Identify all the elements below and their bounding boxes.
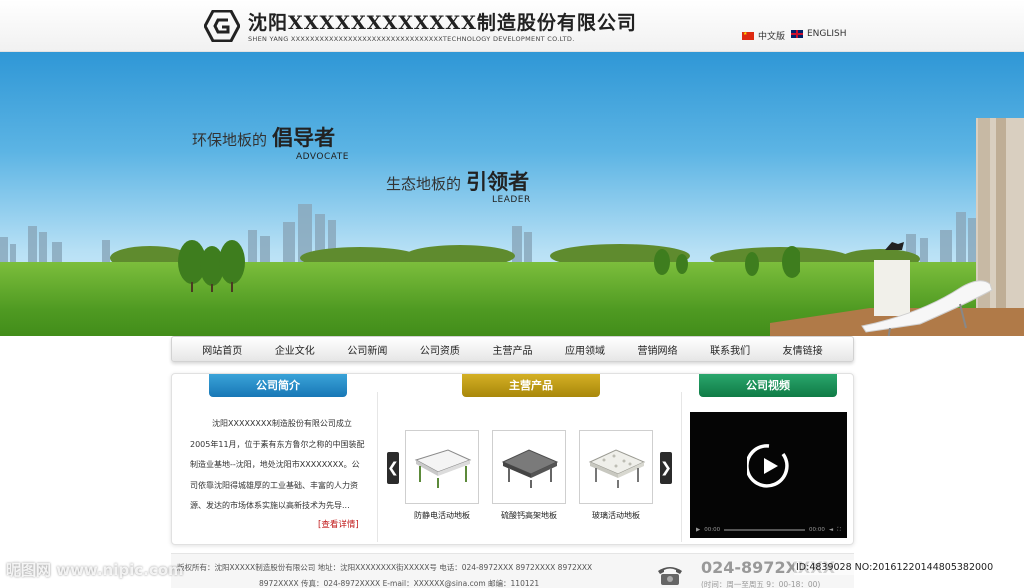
uk-flag-icon xyxy=(791,30,803,38)
view-details-link[interactable]: [查看详情] xyxy=(318,518,359,530)
slogan2-main: 引领者 xyxy=(466,170,530,194)
nav-item[interactable]: 网站首页 xyxy=(202,342,242,357)
video-time-current: 00:00 xyxy=(704,527,721,533)
product-card[interactable]: 防静电活动地板 xyxy=(405,430,479,521)
hotline-hours: (时间：周一至周五 9：00-18：00) xyxy=(701,580,821,588)
site-header: 沈阳XXXXXXXXXXXX制造股份有限公司 SHEN YANG XXXXXXX… xyxy=(0,0,1024,52)
company-intro-text: 沈阳XXXXXXXX制造股份有限公司成立2005年11月，位于素有东方鲁尔之称的… xyxy=(190,419,365,510)
nav-item[interactable]: 营销网络 xyxy=(638,342,678,357)
carousel-next-button[interactable]: ❯ xyxy=(660,452,672,484)
trees-illustration xyxy=(178,240,800,292)
product-card[interactable]: 硫酸钙高架地板 xyxy=(492,430,566,521)
product-image xyxy=(579,430,653,504)
play-button-icon[interactable] xyxy=(747,444,791,488)
video-player[interactable]: ▶ 00:00 00:00 ◄ ⛶ xyxy=(690,412,847,538)
carousel-prev-button[interactable]: ❮ xyxy=(387,452,399,484)
tab-company-intro[interactable]: 公司简介 xyxy=(209,374,347,397)
watermark-left: 昵图网 www.nipic.com xyxy=(6,561,184,579)
interior-lounge-illustration xyxy=(770,118,1024,336)
nav-item[interactable]: 联系我们 xyxy=(710,342,750,357)
site-footer: 版权所有：沈阳XXXXX制造股份有限公司 地址：沈阳XXXXXXXX街XXXXX… xyxy=(171,553,854,588)
china-flag-icon xyxy=(742,31,754,40)
telephone-icon xyxy=(658,567,682,585)
product-name: 防静电活动地板 xyxy=(414,511,470,520)
video-play-icon[interactable]: ▶ xyxy=(696,527,700,533)
hero-banner: 环保地板的 倡导者 ADVOCATE 生态地板的 引领者 LEADER xyxy=(0,52,1024,336)
antistatic-floor-icon xyxy=(414,449,472,488)
tab-main-products[interactable]: 主营产品 xyxy=(462,374,600,397)
slogan1-main: 倡导者 xyxy=(272,126,336,150)
nav-item[interactable]: 公司新闻 xyxy=(347,342,387,357)
slogan-advocate: 环保地板的 倡导者 ADVOCATE xyxy=(192,122,348,162)
nav-item[interactable]: 企业文化 xyxy=(275,342,315,357)
tab-company-video[interactable]: 公司视频 xyxy=(699,374,837,397)
company-title: 沈阳XXXXXXXXXXXX制造股份有限公司 xyxy=(248,12,637,34)
volume-icon[interactable]: ◄ xyxy=(829,527,833,533)
slogan-leader: 生态地板的 引领者 LEADER xyxy=(386,166,530,205)
video-seek-bar[interactable] xyxy=(724,529,806,531)
watermark-right: ID:4839028 NO:20161220144805382000 xyxy=(794,560,1022,575)
lang-chinese-link[interactable]: 中文版 xyxy=(742,29,785,42)
section-divider xyxy=(681,392,682,542)
lang-english-label: ENGLISH xyxy=(807,29,847,39)
glass-floor-icon xyxy=(588,449,646,488)
fullscreen-icon[interactable]: ⛶ xyxy=(837,527,841,534)
main-nav: 网站首页 企业文化 公司新闻 公司资质 主营产品 应用领域 营销网络 联系我们 友情链接 xyxy=(171,336,854,362)
footer-copyright-line: 版权所有：沈阳XXXXX制造股份有限公司 地址：沈阳XXXXXXXX街XXXXX… xyxy=(177,563,593,572)
footer-contact-line: 8972XXXX 传真：024-8972XXXX E-mail：XXXXXX@s… xyxy=(259,579,540,588)
product-image xyxy=(492,430,566,504)
nav-item[interactable]: 友情链接 xyxy=(783,342,823,357)
slogan2-prefix: 生态地板的 xyxy=(386,175,462,193)
section-divider xyxy=(377,392,378,542)
product-name: 硫酸钙高架地板 xyxy=(501,511,557,520)
nav-item[interactable]: 主营产品 xyxy=(492,342,532,357)
content-panel: 公司简介 沈阳XXXXXXXX制造股份有限公司成立2005年11月，位于素有东方… xyxy=(171,373,854,545)
slogan1-english: ADVOCATE xyxy=(296,152,349,162)
product-image xyxy=(405,430,479,504)
product-card[interactable]: 玻璃活动地板 xyxy=(579,430,653,521)
lang-chinese-label: 中文版 xyxy=(758,32,786,42)
nav-item[interactable]: 公司资质 xyxy=(420,342,460,357)
slogan1-prefix: 环保地板的 xyxy=(192,131,268,149)
company-subtitle: SHEN YANG XXXXXXXXXXXXXXXXXXXXXXXXXXXXXX… xyxy=(248,35,575,43)
calcium-sulfate-floor-icon xyxy=(501,449,559,488)
nav-item[interactable]: 应用领域 xyxy=(565,342,605,357)
lang-english-link[interactable]: ENGLISH xyxy=(791,29,847,39)
slogan2-english: LEADER xyxy=(492,195,531,205)
video-controls: ▶ 00:00 00:00 ◄ ⛶ xyxy=(690,522,847,538)
company-logo-icon[interactable] xyxy=(204,10,240,42)
video-time-total: 00:00 xyxy=(809,527,825,533)
product-name: 玻璃活动地板 xyxy=(592,511,640,520)
